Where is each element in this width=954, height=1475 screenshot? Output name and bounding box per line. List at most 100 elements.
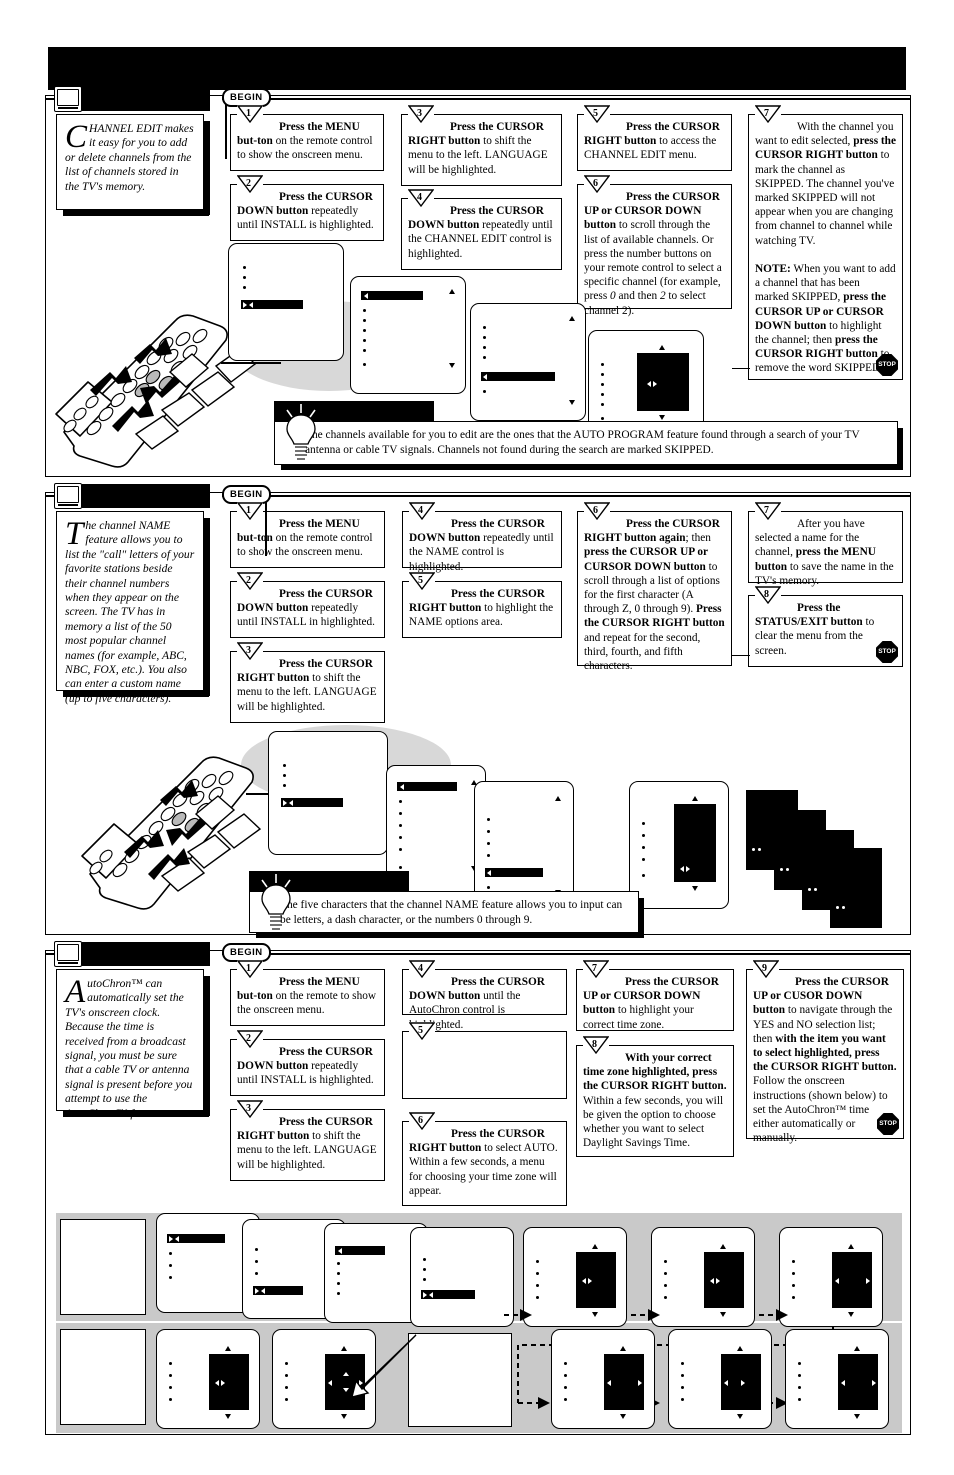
step-text-4: Press the CURSOR DOWN button repeatedly … [408,205,553,260]
hint-text: The channels available for you to edit a… [305,429,860,456]
step-box-8: 8 Press the STATUS/EXIT button to clear … [748,586,903,667]
section-channel-edit: BEGIN C HANNEL EDIT makes it easy for yo… [45,86,911,477]
step-box-1: 1 Press the MENU but-ton on the remote c… [230,502,385,568]
step-number-3: 3 [237,642,263,661]
step-text-1: Press the MENU but-ton on the remote con… [237,518,373,559]
step-text-8: With your correct time zone highlighted,… [583,1052,727,1150]
step-text-2: Press the CURSOR DOWN button repeatedly … [237,1046,374,1087]
begin-rule [222,953,910,955]
svg-text:3: 3 [417,108,422,119]
title-vertical-connector [225,99,227,159]
step-number-4: 4 [409,502,435,521]
menu-panel-redacted [637,353,689,411]
step-number-3: 3 [237,1100,263,1119]
step-number-7: 7 [755,105,781,124]
svg-text:9: 9 [762,963,767,974]
svg-text:8: 8 [592,1039,597,1050]
menu-highlight-bar [485,868,543,877]
step-box-8: 8 With your correct time zone highlighte… [576,1036,734,1157]
menu-highlight-bar [481,372,555,381]
tv-screen-mock-3 [470,303,589,424]
intro-dropcap: A [65,974,86,1010]
step-box-6: 6 Press the CURSOR UP or CURSOR DOWN but… [577,175,732,317]
step-box-6: 6 Press the CURSOR RIGHT button again; t… [577,502,732,672]
step-number-4: 4 [408,189,434,208]
step-number-4: 4 [409,960,435,979]
step-number-2: 2 [237,175,263,194]
section-title-redacted [82,942,210,966]
section-title-bar [54,86,210,112]
tv-screen-mock-4 [629,781,732,912]
step-text-7: With the channel you want to edit select… [755,121,896,375]
step-text-1: Press the MENU but-ton on the remote con… [237,121,373,162]
svg-text:4: 4 [418,963,423,974]
step-number-2: 2 [237,572,263,591]
section-title-bar [54,941,210,967]
svg-text:3: 3 [246,645,251,656]
flow-screen-6 [651,1227,758,1330]
section-title-redacted [82,87,210,111]
flow-screen-5 [523,1227,630,1330]
step-number-5: 5 [409,572,435,591]
svg-text:3: 3 [246,1103,251,1114]
intro-box: T he channel NAME feature allows you to … [56,511,210,705]
lightbulb-icon [283,404,319,460]
hint-body: The channels available for you to edit a… [274,421,903,470]
svg-text:6: 6 [593,178,598,189]
step-number-9: 9 [753,960,779,979]
intro-dropcap: C [65,119,88,155]
step-text-3: Press the CURSOR RIGHT button to shift t… [237,1116,377,1171]
step-text-6: Press the CURSOR RIGHT button again; the… [584,518,725,673]
flow-screen-8 [156,1329,263,1432]
intro-dropcap: T [65,516,84,552]
svg-text:2: 2 [246,1033,251,1044]
step-number-6: 6 [409,1112,435,1131]
step-number-7: 7 [755,502,781,521]
step-text-6: Press the CURSOR UP or CURSOR DOWN butto… [584,191,722,317]
stop-label: STOP [879,1119,897,1127]
menu-highlight-bar [361,291,423,300]
tv-icon [54,86,82,112]
step-text-2: Press the CURSOR DOWN button repeatedly … [237,588,375,629]
svg-text:1: 1 [246,505,251,516]
step-text-3: Press the CURSOR RIGHT button to shift t… [408,121,548,176]
tv-screen-mock-1 [268,731,391,858]
svg-text:8: 8 [764,589,769,600]
step-text-3: Press the CURSOR RIGHT button to shift t… [237,658,377,713]
begin-rule [222,98,910,100]
step-number-7: 7 [583,960,609,979]
svg-text:1: 1 [246,963,251,974]
step-box-5: 5 Press the CURSOR RIGHT button to highl… [402,572,562,638]
menu-highlight-bar [335,1246,385,1255]
stop-label: STOP [878,360,896,368]
step-text-7: Press the CURSOR UP or CURSOR DOWN butto… [583,976,719,1031]
section-title-redacted [82,484,210,508]
step-box-2: 2 Press the CURSOR DOWN button repeatedl… [230,175,384,241]
step-text-4: Press the CURSOR DOWN button repeatedly … [409,518,554,573]
intro-text: he channel NAME feature allows you to li… [65,519,195,705]
step-number-2: 2 [237,1030,263,1049]
step-box-9: 9 Press the CURSOR UP or CUSOR DOWN butt… [746,960,904,1144]
flow-callout-box [408,1333,512,1427]
step-text-2: Press the CURSOR DOWN button repeatedly … [237,191,374,232]
step-text-5: Press the CURSOR RIGHT button to access … [584,121,720,162]
svg-text:7: 7 [592,963,597,974]
svg-text:5: 5 [418,1025,423,1036]
tv-screen-mock-3 [474,781,577,912]
step-box-3: 3 Press the CURSOR RIGHT button to shift… [401,105,562,186]
svg-text:6: 6 [418,1115,423,1126]
callout-arrow-icon [351,1334,417,1398]
step-number-8: 8 [583,1036,609,1055]
step-box-5: 5 Press the CURSOR RIGHT button to acces… [577,105,732,171]
step-box-1: 1 Press the MENU but-ton on the remote t… [230,960,385,1026]
step-box-2: 2 Press the CURSOR DOWN button repeatedl… [230,572,385,638]
up-arrow-pointer-icon [846,871,858,901]
step-box-4: 4 Press the CURSOR DOWN button repeatedl… [401,189,562,270]
tv-icon [54,483,82,509]
intro-box: C HANNEL EDIT makes it easy for you to a… [56,114,210,216]
flow-blank-box-top [60,1219,146,1315]
step-box-6: 6 Press the CURSOR RIGHT button to selec… [402,1112,567,1206]
hint-body: The five characters that the channel NAM… [249,891,644,938]
stop-label: STOP [878,647,896,655]
intro-box: A utoChron™ can automatically set the TV… [56,969,210,1120]
